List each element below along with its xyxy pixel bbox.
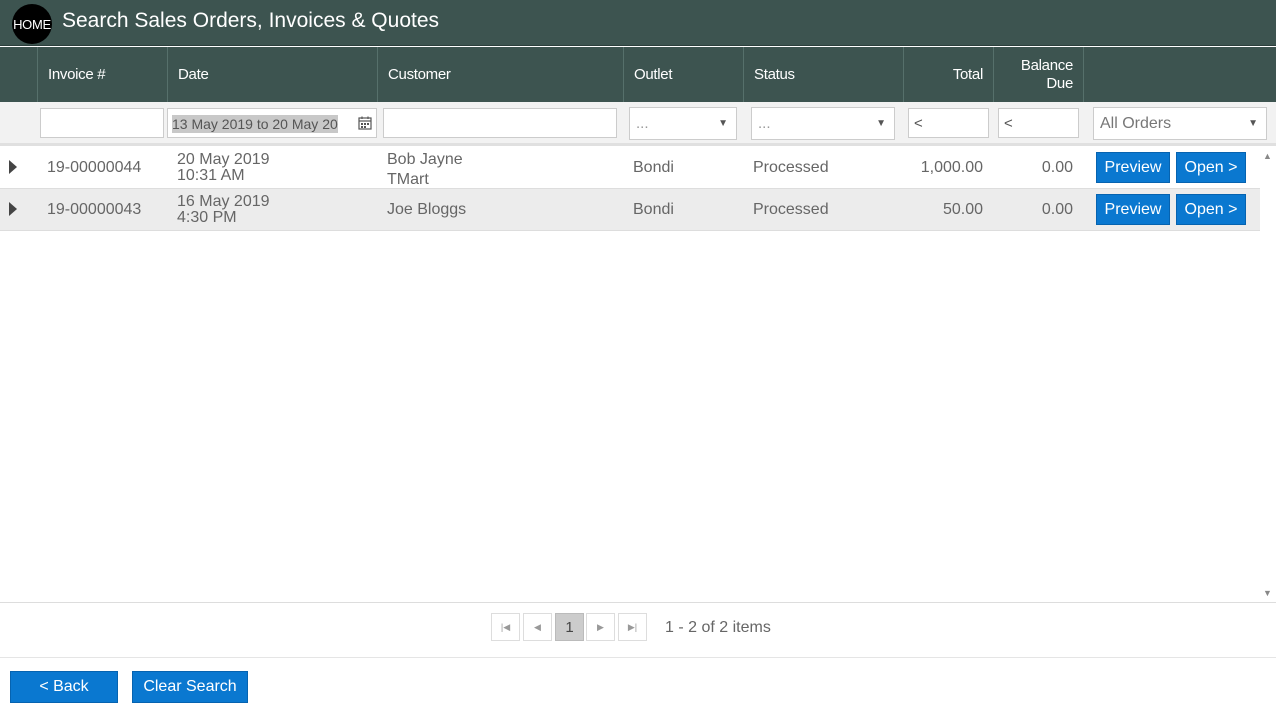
last-page-icon[interactable]: ▶| bbox=[618, 613, 647, 641]
open-button[interactable]: Open > bbox=[1176, 152, 1246, 183]
invoice-number: 19-00000044 bbox=[47, 159, 142, 176]
customer-name-line1: Bob Jayne bbox=[387, 151, 463, 168]
outlet-filter-value: ... bbox=[636, 115, 649, 132]
preview-button[interactable]: Preview bbox=[1096, 152, 1170, 183]
order-time: 4:30 PM bbox=[177, 209, 237, 226]
balance-amount: 0.00 bbox=[1041, 159, 1073, 176]
open-button[interactable]: Open > bbox=[1176, 194, 1246, 225]
total-filter-input[interactable] bbox=[908, 108, 989, 138]
table-row[interactable]: 19-00000043 16 May 2019 4:30 PM Joe Blog… bbox=[0, 189, 1260, 231]
home-button[interactable]: HOME bbox=[12, 4, 52, 44]
order-time: 10:31 AM bbox=[177, 167, 245, 184]
outlet-filter-select[interactable]: ... ▼ bbox=[629, 107, 737, 140]
scroll-up-icon[interactable]: ▲ bbox=[1263, 151, 1272, 161]
chevron-down-icon: ▼ bbox=[718, 118, 728, 129]
calendar-icon[interactable] bbox=[358, 116, 372, 130]
page-number-button[interactable]: 1 bbox=[555, 613, 584, 641]
back-button[interactable]: < Back bbox=[10, 671, 118, 703]
status-filter-value: ... bbox=[758, 115, 771, 132]
grid-header: Invoice # Date Customer Outlet Status To… bbox=[0, 47, 1276, 102]
column-header-outlet[interactable]: Outlet bbox=[623, 47, 743, 102]
column-header-customer[interactable]: Customer bbox=[377, 47, 623, 102]
prev-page-icon[interactable]: ◀ bbox=[523, 613, 552, 641]
expand-row-icon[interactable] bbox=[9, 160, 17, 174]
total-amount: 1,000.00 bbox=[920, 159, 983, 176]
status-filter-select[interactable]: ... ▼ bbox=[751, 107, 895, 140]
column-header-total[interactable]: Total bbox=[903, 47, 993, 102]
outlet-name: Bondi bbox=[633, 159, 674, 176]
chevron-down-icon: ▼ bbox=[1248, 118, 1258, 129]
status-text: Processed bbox=[753, 201, 829, 218]
customer-name-line2: TMart bbox=[387, 171, 429, 188]
order-date: 20 May 2019 bbox=[177, 151, 270, 168]
order-date: 16 May 2019 bbox=[177, 193, 270, 210]
pager-info: 1 - 2 of 2 items bbox=[665, 619, 771, 636]
column-header-balance-line2: Due bbox=[1046, 74, 1073, 92]
column-header-balance-due[interactable]: Balance Due bbox=[993, 47, 1083, 102]
customer-name: Joe Bloggs bbox=[387, 201, 467, 218]
date-range-value: 13 May 2019 to 20 May 20 bbox=[172, 115, 338, 133]
scroll-down-icon[interactable]: ▼ bbox=[1263, 588, 1272, 598]
invoice-filter-input[interactable] bbox=[40, 108, 164, 138]
invoice-number: 19-00000043 bbox=[47, 201, 142, 218]
table-row[interactable]: 19-00000044 20 May 2019 10:31 AM Bob Jay… bbox=[0, 147, 1260, 189]
outlet-name: Bondi bbox=[633, 201, 674, 218]
next-page-icon[interactable]: ▶ bbox=[586, 613, 615, 641]
page-title: Search Sales Orders, Invoices & Quotes bbox=[62, 9, 440, 32]
preview-button[interactable]: Preview bbox=[1096, 194, 1170, 225]
order-datetime: 16 May 2019 4:30 PM bbox=[177, 194, 270, 226]
first-page-icon[interactable]: |◀ bbox=[491, 613, 520, 641]
date-range-filter[interactable]: 13 May 2019 to 20 May 20 bbox=[167, 108, 377, 138]
balance-filter-input[interactable] bbox=[998, 108, 1079, 138]
column-header-balance-line1: Balance bbox=[1020, 56, 1073, 74]
filter-row: 13 May 2019 to 20 May 20 ... ▼ ... ▼ All… bbox=[0, 102, 1276, 146]
chevron-down-icon: ▼ bbox=[876, 118, 886, 129]
column-header-actions bbox=[1083, 47, 1276, 102]
pager: |◀ ◀ 1 ▶ ▶| 1 - 2 of 2 items bbox=[0, 602, 1276, 658]
customer-name: Bob Jayne TMart bbox=[387, 150, 463, 190]
expand-row-icon[interactable] bbox=[9, 202, 17, 216]
status-text: Processed bbox=[753, 159, 829, 176]
order-datetime: 20 May 2019 10:31 AM bbox=[177, 152, 270, 184]
column-header-status[interactable]: Status bbox=[743, 47, 903, 102]
column-header-date[interactable]: Date bbox=[167, 47, 377, 102]
customer-filter-input[interactable] bbox=[383, 108, 617, 138]
expand-column-header bbox=[0, 47, 37, 102]
balance-amount: 0.00 bbox=[1041, 201, 1073, 218]
order-type-filter-value: All Orders bbox=[1100, 115, 1172, 132]
clear-search-button[interactable]: Clear Search bbox=[132, 671, 248, 703]
total-amount: 50.00 bbox=[942, 201, 983, 218]
title-bar: HOME Search Sales Orders, Invoices & Quo… bbox=[0, 0, 1276, 46]
column-header-invoice[interactable]: Invoice # bbox=[37, 47, 167, 102]
order-type-filter-select[interactable]: All Orders ▼ bbox=[1093, 107, 1267, 140]
